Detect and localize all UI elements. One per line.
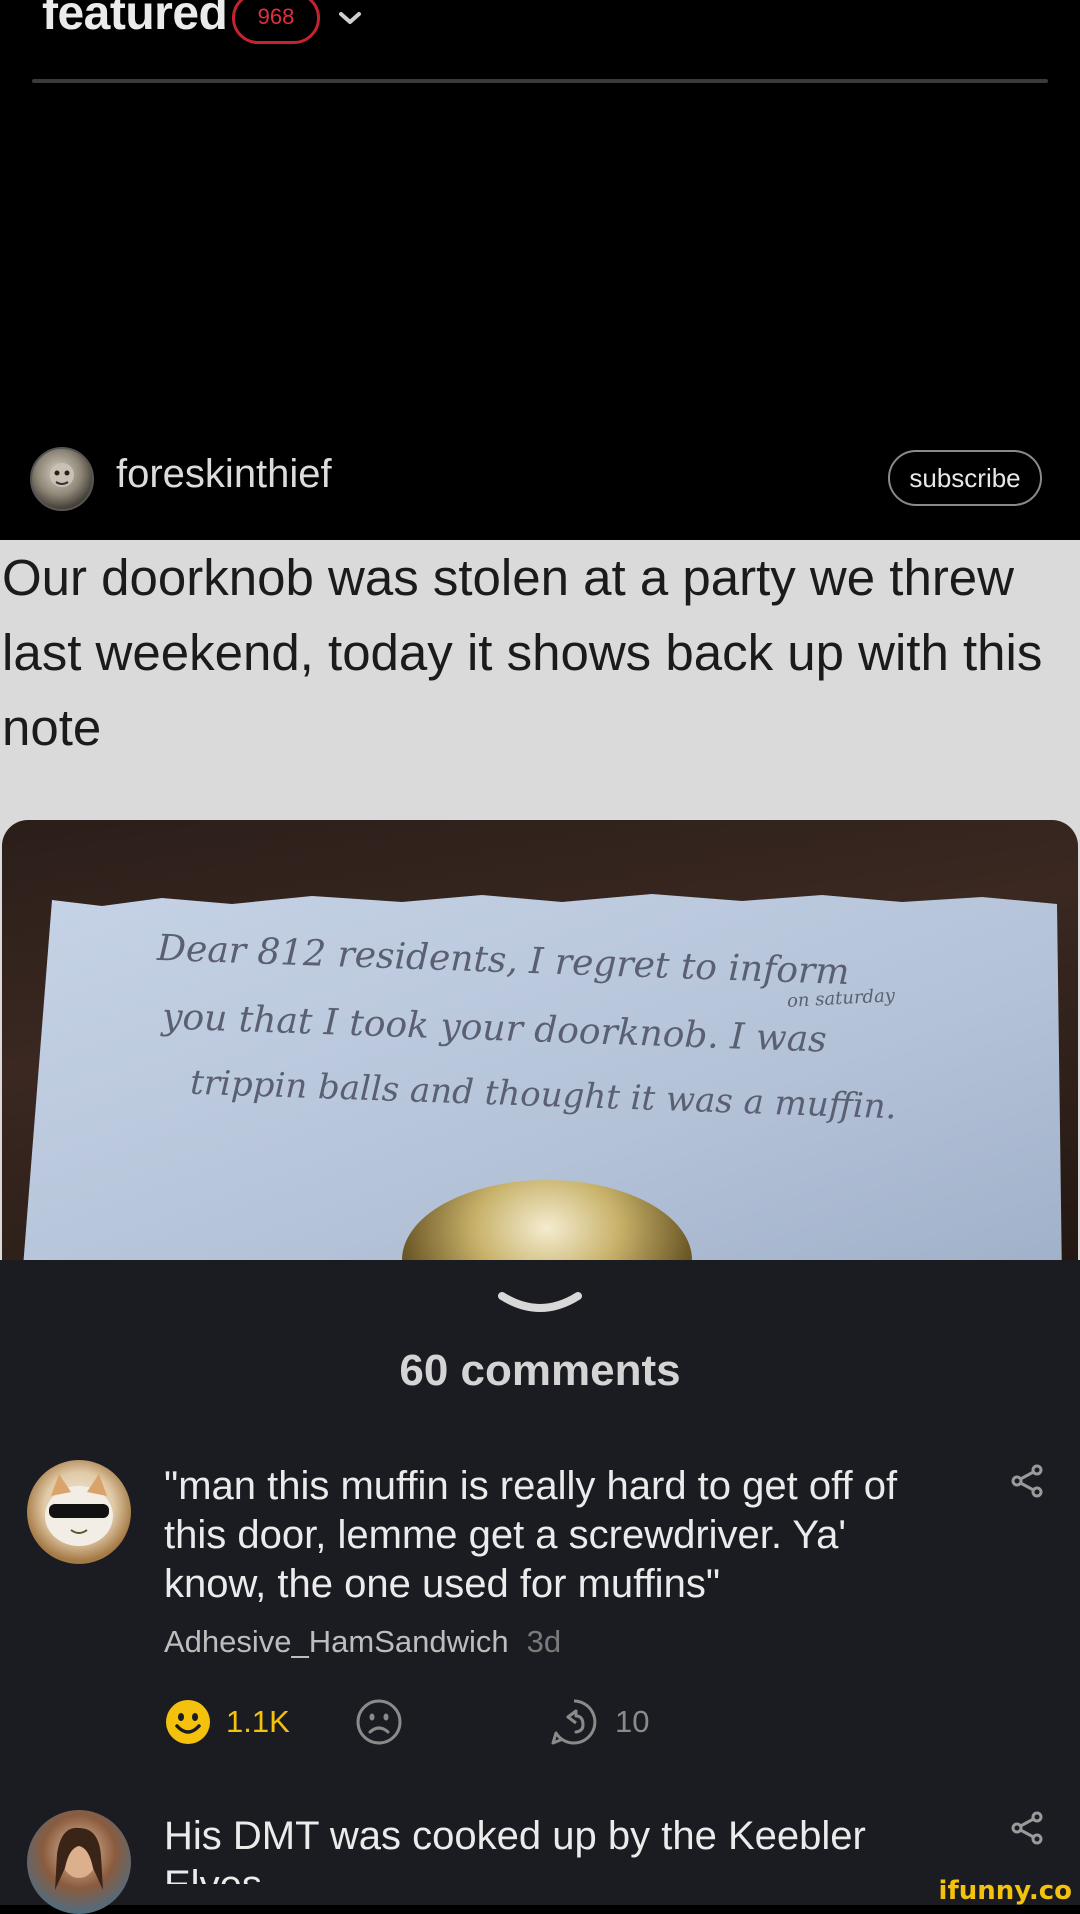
comment-author[interactable]: Adhesive_HamSandwich xyxy=(164,1624,509,1659)
like-count: 1.1K xyxy=(226,1704,290,1739)
reply-count: 10 xyxy=(615,1704,650,1739)
comment-text: His DMT was cooked up by the Keebler Elv… xyxy=(164,1814,866,1884)
site-watermark: ifunny.co xyxy=(938,1876,1072,1906)
author-username[interactable]: foreskinthief xyxy=(116,452,332,497)
featured-count-badge: 968 xyxy=(232,0,320,44)
comments-count-title: 60 comments xyxy=(399,1346,681,1395)
commenter-avatar[interactable] xyxy=(27,1810,131,1914)
comment-meta: Adhesive_HamSandwich 3d xyxy=(164,1624,561,1660)
commenter-avatar[interactable] xyxy=(27,1460,131,1564)
share-icon[interactable] xyxy=(1010,1810,1046,1846)
subscribe-button[interactable]: subscribe xyxy=(888,450,1042,506)
smile-icon[interactable] xyxy=(164,1698,212,1746)
meme-caption: Our doorknob was stolen at a party we th… xyxy=(2,549,1043,756)
header-divider xyxy=(32,79,1048,83)
post-image[interactable]: Our doorknob was stolen at a party we th… xyxy=(0,540,1080,1260)
note-photo: Dear 812 residents, I regret to inform o… xyxy=(2,820,1078,1260)
feed-title[interactable]: featured xyxy=(42,0,228,41)
comment-time: 3d xyxy=(526,1624,562,1659)
chevron-down-icon[interactable] xyxy=(336,8,364,28)
comment-text: "man this muffin is really hard to get o… xyxy=(164,1464,898,1606)
reply-icon[interactable] xyxy=(550,1698,598,1746)
share-icon[interactable] xyxy=(1010,1463,1046,1499)
frown-icon[interactable] xyxy=(355,1698,403,1746)
collapse-chevron-icon[interactable] xyxy=(496,1290,584,1320)
author-avatar[interactable] xyxy=(30,447,94,511)
